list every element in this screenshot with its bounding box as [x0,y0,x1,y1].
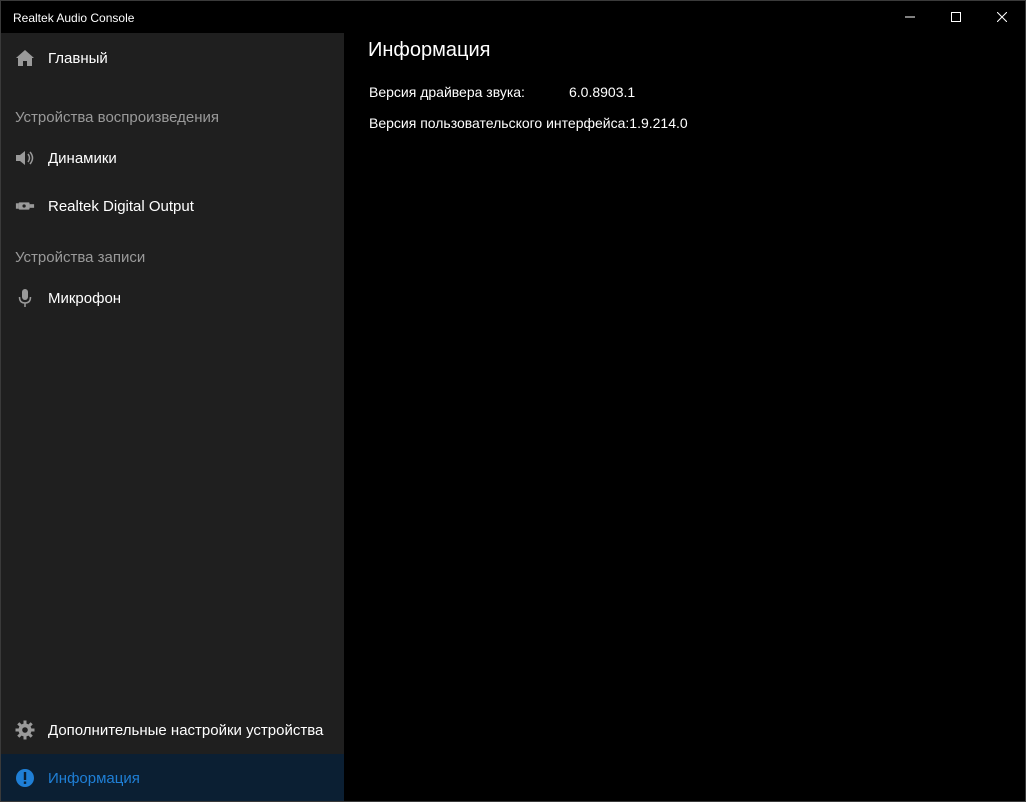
speaker-icon [15,148,35,168]
sidebar-item-information[interactable]: Информация [1,754,344,801]
digital-output-icon [15,196,35,216]
driver-version-row: Версия драйвера звука: 6.0.8903.1 [369,84,635,100]
window-controls [887,1,1025,33]
minimize-icon [905,16,915,18]
gear-icon [15,720,35,740]
sidebar-item-microphone[interactable]: Микрофон [1,274,344,322]
driver-version-value: 6.0.8903.1 [569,84,636,100]
sidebar-item-label: Главный [48,49,108,67]
sidebar: Главный Устройства воспроизведения Динам… [1,33,344,801]
sidebar-item-label: Дополнительные настройки устройства [48,721,324,739]
page-title: Информация [368,39,491,61]
maximize-icon [951,12,961,22]
playback-devices-header: Устройства воспроизведения [15,109,220,126]
sidebar-item-digital-output[interactable]: Realtek Digital Output [1,182,344,230]
ui-version-row: Версия пользовательского интерфейса:1.9.… [369,115,688,131]
sidebar-item-speakers[interactable]: Динамики [1,134,344,182]
sidebar-item-label: Realtek Digital Output [48,197,194,215]
close-icon [997,12,1007,22]
driver-version-label: Версия драйвера звука: [369,84,525,100]
app-window: Realtek Audio Console Главный Устройства… [0,0,1026,802]
sidebar-item-label: Динамики [48,149,117,167]
sidebar-item-advanced-settings[interactable]: Дополнительные настройки устройства [1,706,344,754]
sidebar-item-label: Микрофон [48,289,122,307]
ui-version-label: Версия пользовательского интерфейса: [369,115,630,131]
window-title: Realtek Audio Console [13,11,135,25]
sidebar-item-home[interactable]: Главный [1,34,344,82]
ui-version-value: 1.9.214.0 [629,115,688,131]
home-icon [15,48,35,68]
main-content: Информация Версия драйвера звука: 6.0.890… [344,33,1025,801]
title-bar: Realtek Audio Console [1,1,1025,33]
maximize-button[interactable] [933,1,979,33]
minimize-button[interactable] [887,1,933,33]
sidebar-item-label: Информация [48,769,140,787]
close-button[interactable] [979,1,1025,33]
recording-devices-header: Устройства записи [15,249,146,266]
microphone-icon [15,288,35,308]
info-icon [15,768,35,788]
